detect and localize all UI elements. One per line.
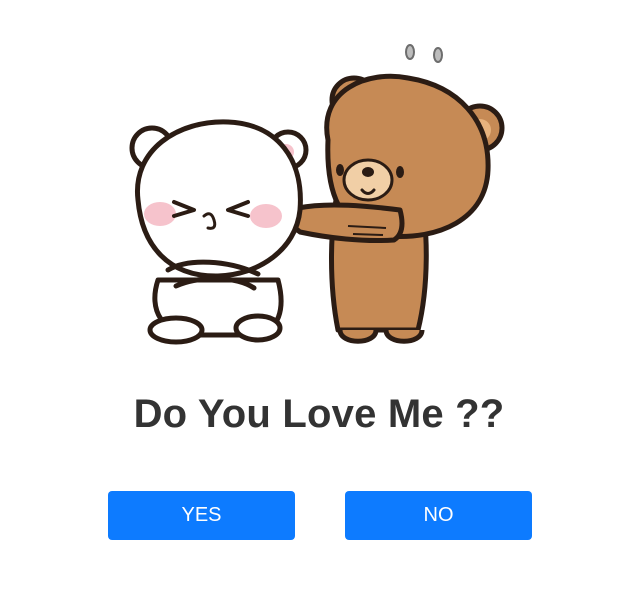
- bears-illustration-svg: [129, 44, 505, 345]
- no-button-label: NO: [423, 504, 454, 526]
- question-heading: Do You Love Me ??: [133, 392, 505, 436]
- white-bear: [129, 119, 309, 345]
- sweat-drop-icon: [433, 47, 443, 63]
- no-button[interactable]: NO: [345, 491, 532, 540]
- yes-button-label: YES: [181, 504, 222, 526]
- brown-bear: [289, 73, 505, 344]
- bears-illustration: [118, 30, 528, 350]
- yes-button[interactable]: YES: [108, 491, 295, 540]
- sweat-drop-icon: [405, 44, 415, 60]
